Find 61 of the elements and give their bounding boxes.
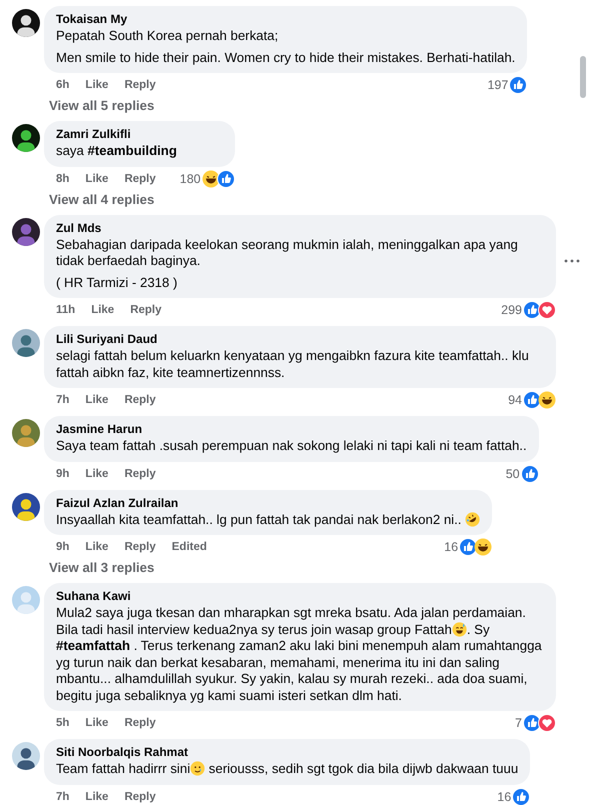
author-name[interactable]: Lili Suriyani Daud — [56, 332, 544, 347]
action-link[interactable]: Like — [85, 717, 108, 729]
reaction-count[interactable]: 299 — [501, 303, 522, 317]
comment-text: Men smile to hide their pain. Women cry to hide their mistakes. Berhati-hatilah. — [56, 50, 516, 66]
more-icon[interactable] — [564, 258, 580, 262]
reaction-count[interactable]: 197 — [487, 78, 508, 92]
reaction-count[interactable]: 50 — [506, 466, 520, 480]
action-link[interactable]: Reply — [124, 468, 156, 480]
avatar[interactable] — [12, 124, 40, 152]
author-name[interactable]: Suhana Kawi — [56, 589, 544, 604]
comment-text: Team fattah hadirrr sini seriousss, sedih sgt tgok dia bila dijwb dakwaan tuuu — [56, 761, 518, 778]
timestamp[interactable]: 7h — [56, 394, 70, 406]
comment-text: selagi fattah belum keluarkn kenyataan yg mengaibkn fazura kite teamfattah.. klu fattah aibkn faz, kite teamnertizennnss. — [56, 348, 530, 381]
view-replies-link[interactable]: View all 5 replies — [49, 97, 590, 115]
timestamp[interactable]: 6h — [56, 79, 70, 91]
comment-text: Sebahagian daripada keelokan seorang mukmin ialah, meninggalkan apa yang tidak berfaedah baginya. — [56, 236, 519, 270]
timestamp[interactable]: 7h — [56, 790, 70, 802]
view-replies-link[interactable]: View all 3 replies — [49, 559, 590, 577]
avatar[interactable] — [12, 742, 40, 770]
timestamp[interactable]: 5h — [56, 717, 70, 729]
author-name[interactable]: Faizul Azlan Zulrailan — [56, 496, 480, 510]
timestamp[interactable]: 9h — [56, 541, 70, 553]
timestamp[interactable]: 8h — [56, 172, 70, 184]
comment-text: Mula2 saya juga tkesan dan mharapkan sgt mreka bsatu. Ada jalan perdamaian. Bila tadi hasil interview kedua2nya sy terus join wasap group Fattah . Sy #teamfattah . Terus terkenang zaman2 aku laki bini menempuh alam rumahtangga yg turun naik dan berkat kesabaran, memahami, menerima itu ini dan saling mbantu... alhamdulillah syukur. Sy yakin, kalau sy murah rezeki.. ada doa suami, begitu juga sebaliknya yg kami suami isteri setkan dlm hati. — [56, 605, 543, 704]
avatar[interactable] — [12, 9, 40, 37]
comment-text: Pepatah South Korea pernah berkata; — [56, 28, 280, 44]
action-link[interactable]: Reply — [130, 304, 162, 316]
comment-text: saya #teambuilding — [56, 143, 178, 160]
action-link[interactable]: Reply — [124, 790, 156, 802]
action-link[interactable]: Like — [85, 394, 108, 406]
action-link[interactable]: Like — [85, 468, 108, 480]
view-replies-link[interactable]: View all 4 replies — [49, 190, 590, 208]
action-link[interactable]: Reply — [124, 717, 156, 729]
author-name[interactable]: Jasmine Harun — [56, 422, 527, 437]
edited-label: Edited — [172, 541, 207, 553]
author-name[interactable]: Tokaisan My — [56, 12, 516, 27]
action-link[interactable]: Reply — [124, 79, 156, 91]
action-link[interactable]: Like — [85, 790, 108, 802]
action-link[interactable]: Reply — [124, 394, 156, 406]
reaction-count[interactable]: 94 — [508, 393, 522, 407]
action-link[interactable]: Reply — [124, 172, 156, 184]
avatar[interactable] — [12, 492, 40, 520]
author-name[interactable]: Zul Mds — [56, 220, 544, 236]
avatar[interactable] — [12, 218, 40, 246]
reaction-count[interactable]: 7 — [515, 716, 522, 730]
author-name[interactable]: Zamri Zulkifli — [56, 127, 223, 142]
reaction-count[interactable]: 16 — [497, 790, 512, 804]
comment-text: Saya team fattah .susah perempuan nak sokong lelaki ni tapi kali ni team fattah.. — [56, 438, 527, 454]
scrollbar[interactable] — [580, 56, 586, 98]
action-link[interactable]: Like — [85, 172, 108, 184]
action-link[interactable]: Like — [85, 541, 108, 553]
timestamp[interactable]: 11h — [56, 304, 76, 316]
action-link[interactable]: Like — [91, 304, 114, 316]
action-link[interactable]: Like — [85, 79, 108, 91]
comment-text: ( HR Tarmizi - 2318 ) — [56, 274, 178, 291]
timestamp[interactable]: 9h — [56, 468, 70, 480]
reaction-count[interactable]: 180 — [180, 172, 201, 186]
action-link[interactable]: Reply — [124, 541, 156, 553]
reaction-count[interactable]: 16 — [444, 540, 458, 554]
author-name[interactable]: Siti Noorbalqis Rahmat — [56, 745, 518, 760]
comment-text: Insyaallah kita teamfattah.. lg pun fattah tak pandai nak berlakon2 ni.. — [56, 512, 480, 528]
